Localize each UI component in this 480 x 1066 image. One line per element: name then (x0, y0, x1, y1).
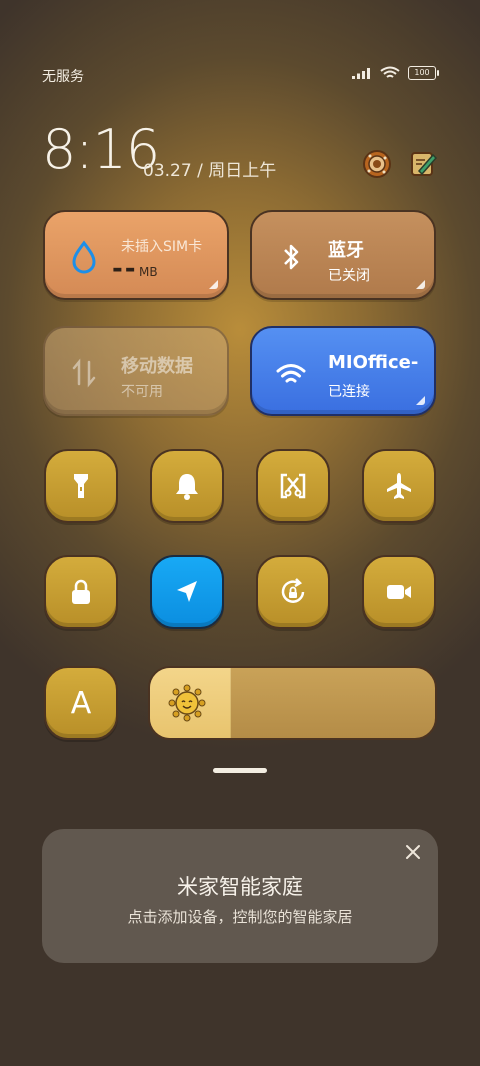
flashlight-toggle[interactable] (44, 449, 118, 523)
signal-icon (352, 68, 370, 79)
rotation-lock-icon (281, 578, 305, 603)
drag-handle[interactable] (213, 768, 267, 773)
mobile-data-status: 不可用 (121, 384, 163, 400)
data-usage-unit: MB (139, 265, 158, 279)
data-usage-value: -- (112, 254, 138, 284)
data-transfer-icon (72, 358, 96, 388)
screenshot-scissors-icon (280, 473, 306, 499)
sun-icon (168, 684, 206, 722)
wifi-network-name: MIOffice- (328, 352, 419, 373)
brightness-slider[interactable] (148, 666, 437, 740)
auto-brightness-label: A (70, 685, 92, 721)
card-title: 米家智能家庭 (177, 875, 303, 899)
bluetooth-status: 已关闭 (328, 268, 370, 284)
location-toggle[interactable] (150, 555, 224, 629)
expand-corner-icon (416, 280, 425, 289)
water-drop-icon (72, 240, 96, 274)
bluetooth-tile[interactable]: 蓝牙 已关闭 (250, 210, 436, 300)
lock-screen-toggle[interactable] (44, 555, 118, 629)
card-subtitle: 点击添加设备，控制您的智能家居 (127, 908, 353, 926)
battery-icon: 100 (408, 66, 439, 80)
location-arrow-icon (177, 581, 197, 602)
video-camera-icon (387, 585, 411, 599)
wifi-icon (276, 364, 306, 383)
sim-status-label: 未插入SIM卡 (121, 239, 203, 255)
mobile-data-tile[interactable]: 移动数据 不可用 (43, 326, 229, 416)
edit-icon[interactable] (409, 149, 439, 179)
lock-icon (72, 579, 90, 604)
carrier-status: 无服务 (42, 69, 84, 85)
close-icon[interactable] (402, 841, 424, 863)
wifi-status-icon (380, 66, 400, 78)
sim-data-usage-tile[interactable]: 未插入SIM卡 -- MB (43, 210, 229, 300)
flashlight-icon (74, 474, 88, 498)
bluetooth-icon (284, 244, 299, 270)
auto-brightness-toggle[interactable]: A (44, 666, 118, 740)
screen-record-toggle[interactable] (362, 555, 436, 629)
clock-date: 03.27 / 周日上午 (143, 161, 277, 181)
wifi-status: 已连接 (328, 384, 370, 400)
settings-gear-icon[interactable] (362, 149, 392, 179)
mute-toggle[interactable] (150, 449, 224, 523)
bluetooth-title: 蓝牙 (328, 240, 364, 261)
wifi-tile[interactable]: MIOffice- 已连接 (250, 326, 436, 416)
airplane-icon (387, 473, 411, 499)
expand-corner-icon (209, 280, 218, 289)
screenshot-toggle[interactable] (256, 449, 330, 523)
mobile-data-title: 移动数据 (121, 356, 193, 377)
expand-corner-icon (416, 396, 425, 405)
auto-rotate-toggle[interactable] (256, 555, 330, 629)
status-icons: 100 (352, 66, 439, 80)
clock-time: 8:16 (42, 118, 160, 181)
bell-icon (176, 474, 198, 500)
mi-home-card[interactable]: 米家智能家庭 点击添加设备，控制您的智能家居 (42, 829, 438, 963)
airplane-mode-toggle[interactable] (362, 449, 436, 523)
